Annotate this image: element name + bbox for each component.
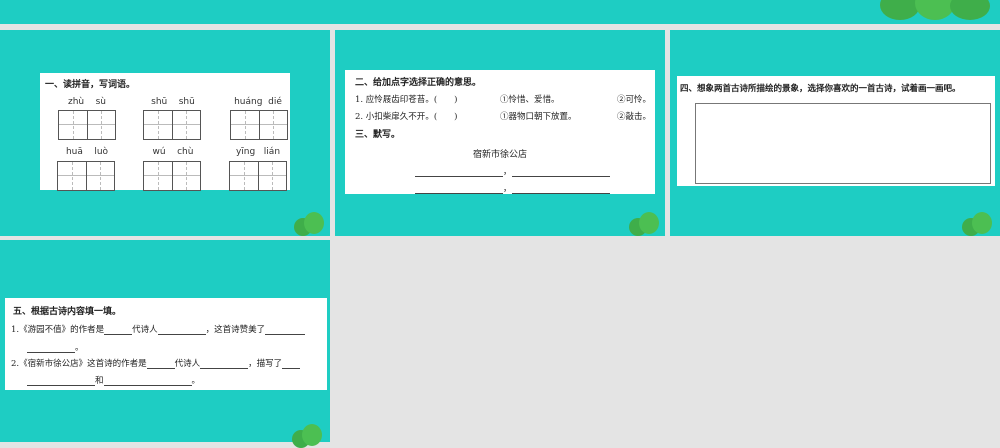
- tree-decoration-icon: [294, 212, 328, 236]
- top-slide-strip: [0, 0, 1000, 24]
- dictation-line: ，: [415, 182, 610, 194]
- pinyin: shū shū: [151, 97, 195, 107]
- question-2: 2. 小扣柴扉久不开。( ): [355, 112, 458, 122]
- pinyin-card: 一、读拼音，写词语。 zhù sù shū shū huáng dié huā …: [40, 73, 290, 191]
- tree-decoration-icon: [962, 212, 996, 236]
- meaning-card: 二、给加点字选择正确的意思。 1. 应怜屐齿印苍苔。( ) ①怜惜、爱惜。 ②可…: [345, 70, 655, 194]
- writing-grid: [143, 110, 201, 140]
- writing-grid: [230, 110, 288, 140]
- writing-grid: [58, 110, 116, 140]
- dictation-line: ，: [415, 165, 610, 177]
- writing-grid: [57, 161, 115, 191]
- tree-decoration-icon: [292, 424, 326, 448]
- pinyin: huā luò: [65, 147, 109, 157]
- pinyin: wú chù: [152, 147, 194, 157]
- question-1: 1. 应怜屐齿印苍苔。( ): [355, 95, 458, 105]
- pinyin: huáng dié: [234, 97, 282, 107]
- section-3-heading: 三、默写。: [355, 130, 401, 140]
- q2-option-b: ②敲击。: [617, 112, 652, 122]
- section-2-heading: 二、给加点字选择正确的意思。: [355, 78, 482, 88]
- tree-decoration-icon: [880, 0, 990, 24]
- section-5-heading: 五、根据古诗内容填一填。: [13, 307, 122, 317]
- q2-option-a: ①器物口朝下放置。: [500, 112, 577, 122]
- q1-option-b: ②可怜。: [617, 95, 652, 105]
- pinyin: zhù sù: [68, 97, 106, 107]
- fill-line-2: 2.《宿新市徐公店》这首诗的作者是 代诗人 ，描写了: [11, 357, 301, 369]
- pinyin: yīng lián: [235, 147, 281, 157]
- writing-grid: [229, 161, 287, 191]
- q1-option-a: ①怜惜、爱惜。: [500, 95, 560, 105]
- drawing-card: 四、想象两首古诗所描绘的景象，选择你喜欢的一首古诗，试着画一画吧。: [677, 76, 995, 186]
- drawing-box[interactable]: [695, 103, 991, 184]
- fill-in-card: 五、根据古诗内容填一填。 1.《游园不值》的作者是 代诗人 ，这首诗赞美了 。 2.…: [5, 298, 327, 390]
- poem-title: 宿新市徐公店: [472, 150, 527, 160]
- section-1-heading: 一、读拼音，写词语。: [45, 80, 136, 90]
- tree-decoration-icon: [629, 212, 663, 236]
- fill-line-1-cont: 。: [27, 341, 84, 353]
- writing-grid: [143, 161, 201, 191]
- fill-line-1: 1.《游园不值》的作者是 代诗人 ，这首诗赞美了: [11, 323, 306, 335]
- fill-line-2-cont: 和。: [27, 374, 200, 386]
- section-4-heading: 四、想象两首古诗所描绘的景象，选择你喜欢的一首古诗，试着画一画吧。: [680, 84, 961, 94]
